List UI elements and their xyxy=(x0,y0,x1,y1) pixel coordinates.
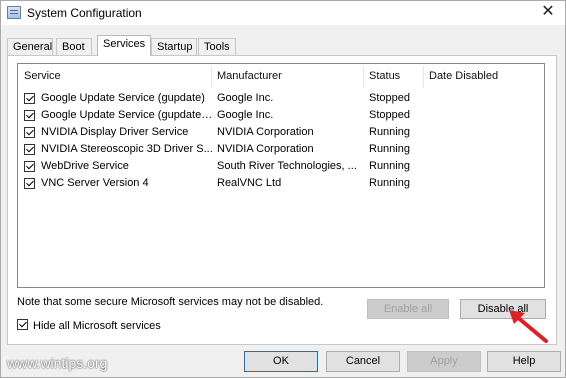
cancel-button[interactable]: Cancel xyxy=(326,351,400,372)
window-title: System Configuration xyxy=(27,6,142,20)
column-header-manufacturer[interactable]: Manufacturer xyxy=(217,70,282,82)
watermark: www.wintips.org xyxy=(7,355,108,371)
hide-microsoft-services-checkbox[interactable] xyxy=(17,319,28,330)
tab-boot[interactable]: Boot xyxy=(56,38,92,55)
service-row[interactable]: WebDrive Service South River Technologie… xyxy=(24,159,540,176)
service-row[interactable]: NVIDIA Display Driver Service NVIDIA Cor… xyxy=(24,125,540,142)
service-row[interactable]: Google Update Service (gupdatem) Google … xyxy=(24,108,540,125)
apply-button[interactable]: Apply xyxy=(407,351,481,372)
help-button[interactable]: Help xyxy=(487,351,561,372)
service-name: NVIDIA Display Driver Service xyxy=(41,126,189,138)
service-row[interactable]: Google Update Service (gupdate) Google I… xyxy=(24,91,540,108)
service-status: Running xyxy=(369,143,410,155)
service-checkbox[interactable] xyxy=(24,161,35,172)
service-checkbox[interactable] xyxy=(24,110,35,121)
services-list[interactable]: Service Manufacturer Status Date Disable… xyxy=(17,63,545,288)
column-header-date-disabled[interactable]: Date Disabled xyxy=(429,70,498,82)
tab-services[interactable]: Services xyxy=(97,35,151,56)
service-checkbox[interactable] xyxy=(24,127,35,138)
service-manufacturer: South River Technologies, ... xyxy=(217,160,357,172)
service-manufacturer: RealVNC Ltd xyxy=(217,177,282,189)
service-row[interactable]: NVIDIA Stereoscopic 3D Driver S... NVIDI… xyxy=(24,142,540,159)
ok-button[interactable]: OK xyxy=(244,351,318,372)
service-checkbox[interactable] xyxy=(24,93,35,104)
msconfig-app-icon xyxy=(7,6,21,19)
service-manufacturer: Google Inc. xyxy=(217,109,274,121)
service-checkbox[interactable] xyxy=(24,178,35,189)
column-divider[interactable] xyxy=(363,66,364,88)
service-name: VNC Server Version 4 xyxy=(41,177,149,189)
service-status: Stopped xyxy=(369,109,410,121)
arrow-shaft xyxy=(514,314,548,343)
service-name: WebDrive Service xyxy=(41,160,129,172)
column-divider[interactable] xyxy=(423,66,424,88)
service-row[interactable]: VNC Server Version 4 RealVNC Ltd Running xyxy=(24,176,540,193)
column-header-service[interactable]: Service xyxy=(24,70,61,82)
tab-general[interactable]: General xyxy=(7,38,53,55)
service-checkbox[interactable] xyxy=(24,144,35,155)
secure-services-note: Note that some secure Microsoft services… xyxy=(17,296,324,308)
service-status: Running xyxy=(369,160,410,172)
service-name: Google Update Service (gupdatem) xyxy=(41,109,213,121)
column-header-status[interactable]: Status xyxy=(369,70,400,82)
enable-all-button[interactable]: Enable all xyxy=(367,299,449,319)
service-status: Stopped xyxy=(369,92,410,104)
tab-startup[interactable]: Startup xyxy=(151,38,197,55)
title-bar: System Configuration ✕ xyxy=(1,1,565,25)
column-divider[interactable] xyxy=(211,66,212,88)
tab-tools[interactable]: Tools xyxy=(198,38,236,55)
service-status: Running xyxy=(369,177,410,189)
service-manufacturer: Google Inc. xyxy=(217,92,274,104)
system-configuration-window: System Configuration ✕ General Boot Serv… xyxy=(0,0,566,378)
service-manufacturer: NVIDIA Corporation xyxy=(217,126,314,138)
hide-microsoft-services-label: Hide all Microsoft services xyxy=(33,320,161,332)
service-status: Running xyxy=(369,126,410,138)
service-manufacturer: NVIDIA Corporation xyxy=(217,143,314,155)
close-button[interactable]: ✕ xyxy=(537,2,559,22)
service-name: Google Update Service (gupdate) xyxy=(41,92,205,104)
service-name: NVIDIA Stereoscopic 3D Driver S... xyxy=(41,143,213,155)
red-arrow-icon xyxy=(509,310,548,343)
